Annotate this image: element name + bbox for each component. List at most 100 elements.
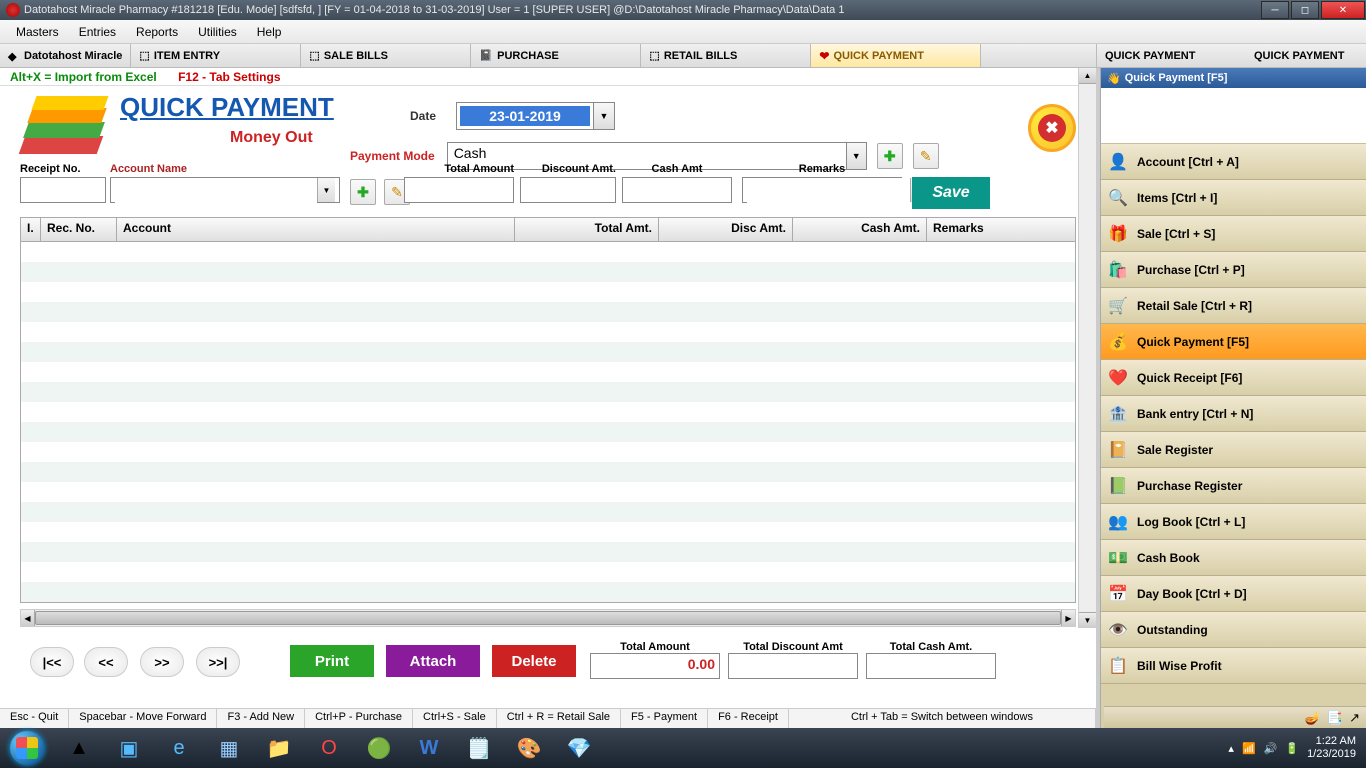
side-item-2[interactable]: 🎁 Sale [Ctrl + S] [1101,216,1366,252]
paint-icon[interactable]: 🎨 [504,728,554,768]
maximize-button[interactable]: ◻ [1291,1,1319,19]
menu-utilities[interactable]: Utilities [188,23,247,41]
grid-body[interactable] [21,242,1075,602]
sb-ctrltab: Ctrl + Tab = Switch between windows [789,709,1096,728]
side-item-12[interactable]: 📅Day Book [Ctrl + D] [1101,576,1366,612]
grid-col-account[interactable]: Account [117,218,515,241]
side-item-icon: 🎁 [1107,223,1129,245]
opera-icon[interactable]: O [304,728,354,768]
explorer-icon[interactable]: 📁 [254,728,304,768]
taskmgr-icon[interactable]: ▦ [204,728,254,768]
ie-icon[interactable]: e [154,728,204,768]
expand-icon[interactable]: ↗ [1349,710,1360,726]
side-item-9[interactable]: 📗Purchase Register [1101,468,1366,504]
app2-icon[interactable]: ▣ [104,728,154,768]
page-header: QUICK PAYMENT Money Out Date 23-01-2019 … [0,86,1096,157]
close-button[interactable]: ✕ [1321,1,1365,19]
date-dropdown-icon[interactable]: ▼ [593,102,615,130]
sb-esc: Esc - Quit [0,709,69,728]
minimize-button[interactable]: ─ [1261,1,1289,19]
notes-icon[interactable]: 🗒️ [454,728,504,768]
grid-col-totalamt[interactable]: Total Amt. [515,218,659,241]
entry-row: Receipt No. Account Name▼ ✚ ✎ Total Amou… [0,163,1096,213]
side-item-0[interactable]: 👤Account [Ctrl + A] [1101,144,1366,180]
scroll-left-icon[interactable]: ◀ [21,610,35,626]
page-close-button[interactable]: ✖ [1028,104,1076,152]
remarks-combo[interactable]: ▼ [742,177,902,203]
shortcut-bar: Alt+X = Import from Excel F12 - Tab Sett… [0,68,1096,86]
scroll-thumb[interactable] [35,611,1061,625]
sb-f3: F3 - Add New [217,709,305,728]
scroll-down-icon[interactable]: ▼ [1079,612,1096,628]
clock[interactable]: 1:22 AM 1/23/2019 [1307,735,1356,761]
prev-button[interactable]: << [84,647,128,677]
tab-quick-payment-r2[interactable]: QUICK PAYMENT [1246,44,1366,67]
side-item-1[interactable]: 🔍Items [Ctrl + I] [1101,180,1366,216]
menu-entries[interactable]: Entries [69,23,126,41]
next-button[interactable]: >> [140,647,184,677]
lamp-icon[interactable]: 🪔 [1305,710,1321,726]
battery-icon[interactable]: 🔋 [1285,742,1299,755]
panel-vscrollbar[interactable]: ▲ ▼ [1078,68,1096,628]
discount-amt-input[interactable] [520,177,616,203]
date-input[interactable]: 23-01-2019 [456,102,594,130]
add-account-button[interactable]: ✚ [350,179,376,205]
tab-quick-payment-r1[interactable]: QUICK PAYMENT [1096,44,1246,67]
wifi-icon[interactable]: 📶 [1242,742,1256,755]
last-button[interactable]: >>| [196,647,240,677]
side-item-label: Outstanding [1137,623,1208,637]
side-item-14[interactable]: 📋Bill Wise Profit [1101,648,1366,684]
grid-hscrollbar[interactable]: ◀ ▶ [20,609,1076,627]
side-item-icon: 👥 [1107,511,1129,533]
total-cash-value [866,653,996,679]
grid-col-cashamt[interactable]: Cash Amt. [793,218,927,241]
grid-col-discamt[interactable]: Disc Amt. [659,218,793,241]
account-name-combo[interactable]: ▼ [110,177,340,203]
side-item-8[interactable]: 📔Sale Register [1101,432,1366,468]
side-item-13[interactable]: 👁️Outstanding [1101,612,1366,648]
start-button[interactable] [0,728,54,768]
tab-sale-bills[interactable]: ⬚SALE BILLS [301,44,471,67]
grid-col-recno[interactable]: Rec. No. [41,218,117,241]
tab-item-entry[interactable]: ⬚ITEM ENTRY [131,44,301,67]
miracle-icon[interactable]: 💎 [554,728,604,768]
grid-col-remarks[interactable]: Remarks [927,218,1075,241]
menu-reports[interactable]: Reports [126,23,188,41]
side-item-10[interactable]: 👥Log Book [Ctrl + L] [1101,504,1366,540]
tab-home[interactable]: ◆Datotahost Miracle [0,44,131,67]
side-item-11[interactable]: 💵Cash Book [1101,540,1366,576]
window-title: Datotahost Miracle Pharmacy #181218 [Edu… [24,4,844,16]
delete-button[interactable]: Delete [492,645,576,677]
copy-icon[interactable]: 📑 [1327,710,1343,726]
cash-amt-input[interactable] [622,177,732,203]
tab-retail-bills[interactable]: ⬚RETAIL BILLS [641,44,811,67]
sound-icon[interactable]: 🔊 [1264,742,1278,755]
side-item-label: Sale [Ctrl + S] [1137,227,1215,241]
menu-masters[interactable]: Masters [6,23,69,41]
word-icon[interactable]: W [404,728,454,768]
tab-strip: ◆Datotahost Miracle ⬚ITEM ENTRY ⬚SALE BI… [0,44,1366,68]
first-button[interactable]: |<< [30,647,74,677]
chrome-icon[interactable]: 🟢 [354,728,404,768]
sb-ctrls: Ctrl+S - Sale [413,709,497,728]
total-amount-input[interactable] [404,177,514,203]
grid-col-index[interactable]: I. [21,218,41,241]
tab-purchase[interactable]: 📓PURCHASE [471,44,641,67]
save-button[interactable]: Save [912,177,990,209]
chevron-down-icon[interactable]: ▼ [317,178,335,202]
tab-quick-payment-active[interactable]: ❤QUICK PAYMENT [811,44,981,67]
statusbar: Esc - Quit Spacebar - Move Forward F3 - … [0,708,1096,728]
side-item-7[interactable]: 🏦Bank entry [Ctrl + N] [1101,396,1366,432]
side-item-4[interactable]: 🛒Retail Sale [Ctrl + R] [1101,288,1366,324]
print-button[interactable]: Print [290,645,374,677]
side-item-3[interactable]: 🛍️Purchase [Ctrl + P] [1101,252,1366,288]
side-item-6[interactable]: ❤️Quick Receipt [F6] [1101,360,1366,396]
side-item-5[interactable]: 💰Quick Payment [F5] [1101,324,1366,360]
scroll-up-icon[interactable]: ▲ [1079,68,1096,84]
tray-expand-icon[interactable]: ▴ [1228,742,1234,755]
vlc-icon[interactable]: ▲ [54,728,104,768]
receipt-no-input[interactable] [20,177,106,203]
menu-help[interactable]: Help [247,23,292,41]
scroll-right-icon[interactable]: ▶ [1061,610,1075,626]
attach-button[interactable]: Attach [386,645,480,677]
